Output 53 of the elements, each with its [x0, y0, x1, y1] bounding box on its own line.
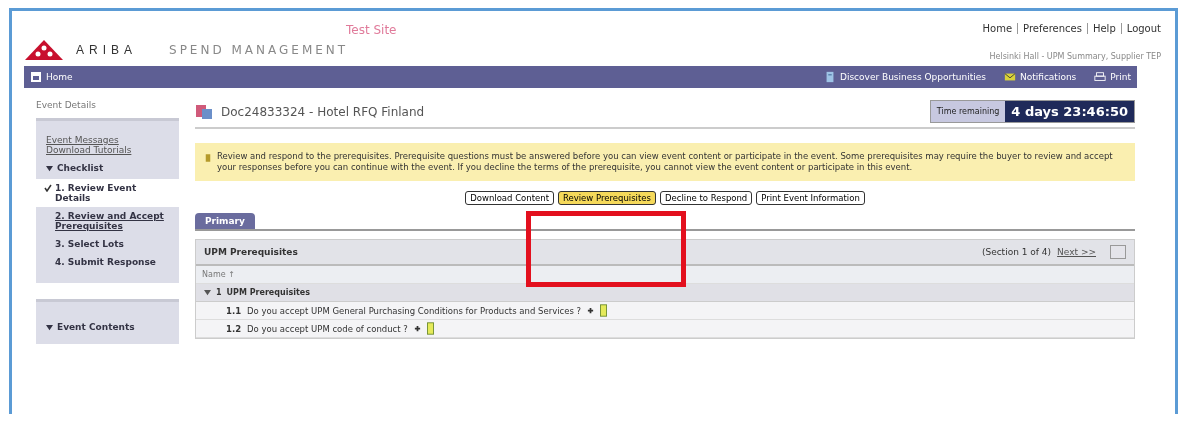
- document-icon: [195, 103, 213, 120]
- sidebar-title: Event Details: [36, 100, 97, 110]
- user-info: Helsinki Hall - UPM Summary, Supplier TEP: [989, 52, 1161, 61]
- document-icon: [824, 71, 836, 83]
- section-position: (Section 1 of 4): [981, 247, 1052, 258]
- sidebar-link[interactable]: Download Tutorials: [36, 145, 179, 155]
- header-link[interactable]: Preferences: [1017, 23, 1082, 34]
- home-icon: [30, 71, 42, 83]
- header-link[interactable]: Home: [982, 23, 1013, 34]
- question-number: 1.2: [226, 323, 242, 334]
- action-button[interactable]: Review Prerequisites: [557, 191, 656, 206]
- sidebar-link[interactable]: Event Messages: [36, 135, 179, 145]
- required-icon: [413, 325, 421, 333]
- event-title: Doc24833324 - Hotel RFQ Finland: [221, 104, 426, 119]
- header-link[interactable]: Help: [1086, 23, 1116, 34]
- site-label: Test Site: [346, 23, 397, 37]
- product-name: SPEND MANAGEMENT: [169, 42, 349, 57]
- envelope-icon: [1003, 71, 1016, 83]
- action-button[interactable]: Download Content: [465, 191, 554, 206]
- required-icon: [587, 307, 595, 315]
- section-title: UPM Prerequisites: [204, 247, 298, 258]
- next-link[interactable]: Next >>: [1057, 247, 1096, 258]
- checklist-item[interactable]: 3. Select Lots: [36, 235, 179, 253]
- header-link[interactable]: Logout: [1120, 23, 1161, 34]
- expand-arrow-icon[interactable]: [46, 323, 53, 331]
- group-number: 1: [216, 288, 222, 298]
- checklist-item[interactable]: 2. Review and Accept Prerequisites: [36, 207, 179, 235]
- info-icon: [205, 153, 211, 163]
- info-message: Review and respond to the prerequisites. Prerequisite questions must be answered before you can view event content or participate in the event. Some prerequisites may require the buyer to review and accept your responses before you can continue with the event. If you decline the terms of the prerequisite, you cannot view the event content or participate in this event.: [195, 143, 1135, 182]
- expand-arrow-icon[interactable]: [46, 164, 53, 172]
- nav-link[interactable]: Notifications: [1003, 71, 1077, 83]
- tab[interactable]: Primary: [195, 213, 255, 230]
- expand-arrow-icon[interactable]: [204, 289, 211, 297]
- home-link[interactable]: Home: [30, 71, 73, 83]
- answer-icon[interactable]: [600, 304, 608, 318]
- answer-icon[interactable]: [426, 322, 434, 336]
- checklist-item[interactable]: 1. Review Event Details: [36, 179, 179, 207]
- group-row[interactable]: 1 UPM Prerequisites: [196, 284, 1134, 303]
- action-button[interactable]: Decline to Respond: [660, 191, 753, 206]
- nav-link[interactable]: Discover Business Opportunities: [824, 71, 986, 83]
- action-button[interactable]: Print Event Information: [756, 191, 865, 206]
- logo-icon: [24, 38, 64, 61]
- time-remaining: Time remaining 4 days 23:46:50: [929, 100, 1135, 123]
- contents-heading[interactable]: Event Contents: [57, 322, 135, 332]
- question-text: Do you accept UPM code of conduct ?: [247, 323, 408, 334]
- question-number: 1.1: [226, 305, 242, 316]
- nav-link[interactable]: Print: [1094, 71, 1131, 83]
- question-text: Do you accept UPM General Purchasing Conditions for Products and Services ?: [247, 305, 582, 316]
- brand-name: ARIBA: [76, 42, 137, 57]
- checklist-item[interactable]: 4. Submit Response: [36, 253, 179, 271]
- group-label: UPM Prerequisites: [226, 288, 310, 298]
- printer-icon: [1094, 71, 1107, 83]
- checklist-heading[interactable]: Checklist: [57, 163, 104, 173]
